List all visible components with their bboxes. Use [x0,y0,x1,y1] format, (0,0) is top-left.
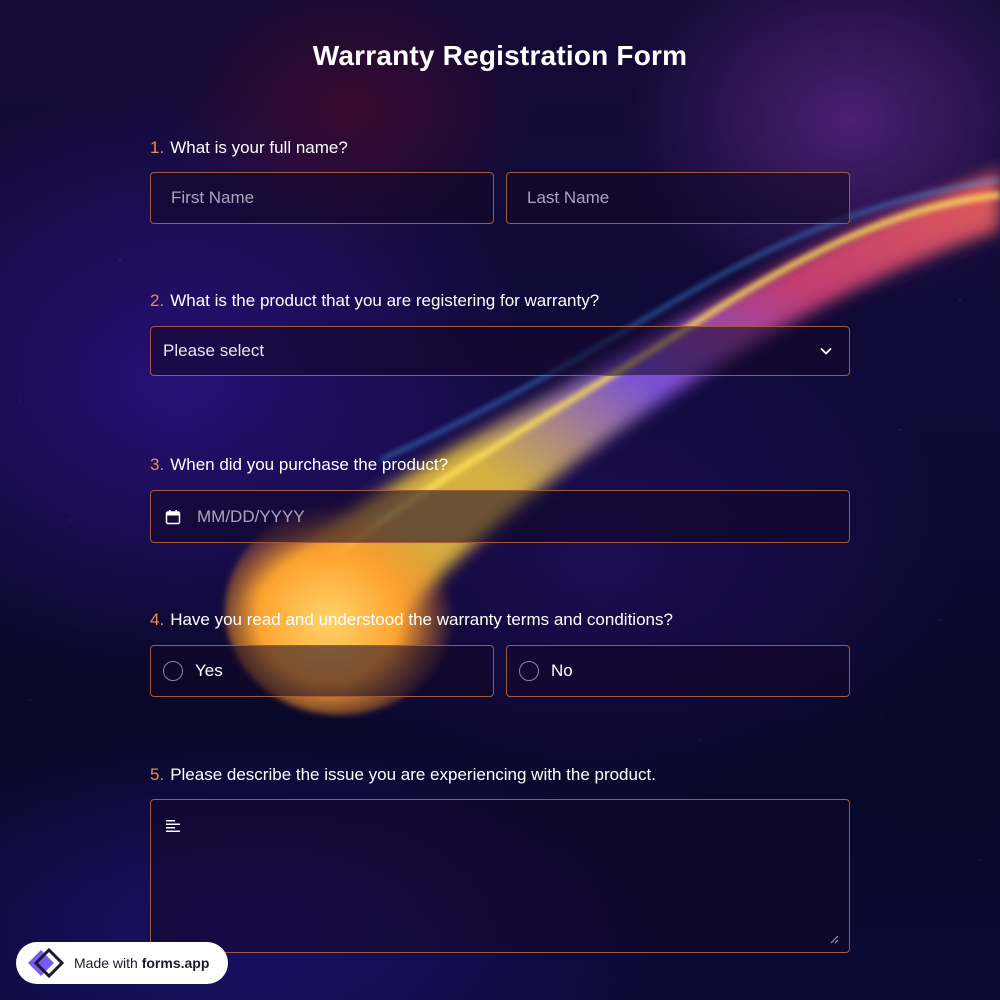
first-name-placeholder: First Name [171,188,255,207]
radio-label-no: No [551,661,573,680]
question-text: What is the product that you are registe… [170,291,600,310]
badge-prefix: Made with [74,955,142,971]
question-text: When did you purchase the product? [170,455,449,474]
radio-circle[interactable] [163,661,183,681]
calendar-icon [165,509,181,524]
paragraph-icon [166,820,180,832]
question-3-label: 3. When did you purchase the product? [150,455,448,475]
first-name-field[interactable]: First Name [150,172,494,224]
question-text: What is your full name? [170,138,348,157]
issue-description-textarea[interactable] [150,799,850,953]
question-number: 3. [150,455,165,474]
badge-text: Made with forms.app [74,955,209,971]
radio-option-yes[interactable]: Yes [150,645,494,697]
badge-brand: forms.app [141,955,210,971]
chevron-down-icon [820,348,832,355]
product-select[interactable]: Please select [150,326,850,376]
forms-app-logo-icon [28,947,64,979]
resize-handle-icon[interactable] [829,934,839,944]
question-5-label: 5. Please describe the issue you are expe… [150,765,656,785]
form-title: Warranty Registration Form [312,40,688,71]
last-name-field[interactable]: Last Name [506,172,850,224]
question-2-label: 2. What is the product that you are regis… [150,291,599,311]
question-text: Have you read and understood the warrant… [170,610,673,629]
question-1-label: 1. What is your full name? [150,138,348,158]
radio-circle[interactable] [519,661,539,681]
purchase-date-field[interactable]: MM/DD/YYYY [150,490,850,543]
product-select-value: Please select [163,341,265,360]
radio-option-no[interactable]: No [506,645,850,697]
made-with-forms-app-badge[interactable]: Made with forms.app [16,942,228,984]
question-number: 5. [150,765,165,784]
last-name-placeholder: Last Name [527,188,610,207]
question-text: Please describe the issue you are experi… [170,765,656,784]
radio-label-yes: Yes [195,661,223,680]
question-4-label: 4. Have you read and understood the warra… [150,610,673,630]
date-placeholder: MM/DD/YYYY [197,506,305,526]
question-number: 1. [150,138,165,157]
question-number: 4. [150,610,165,629]
question-number: 2. [150,291,165,310]
